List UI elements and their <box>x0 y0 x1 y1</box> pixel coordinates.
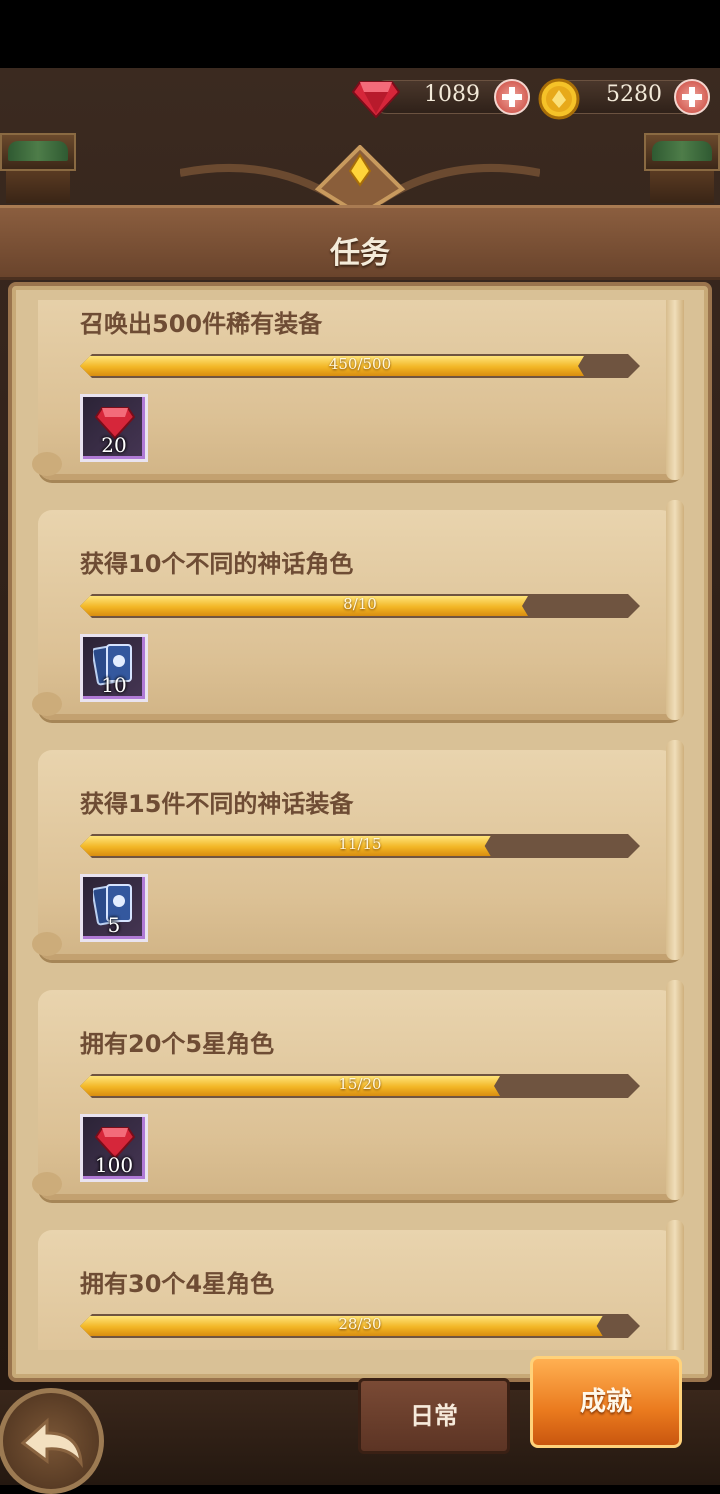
page-title: 任务 <box>330 236 390 271</box>
task-progress-text: 28/30 <box>338 1315 382 1333</box>
task-progress-text: 11/15 <box>338 835 382 853</box>
reward-item[interactable]: 100 <box>80 1114 148 1182</box>
task-title: 召唤出500件稀有装备 <box>80 310 323 338</box>
task-title: 拥有30个4星角色 <box>80 1270 275 1298</box>
task-progress-text: 15/20 <box>338 1075 382 1093</box>
back-arrow-icon <box>20 1417 83 1468</box>
add-gems-button[interactable] <box>494 79 530 115</box>
task-progress-bar: 8/10 <box>80 594 640 618</box>
gem-count: 1089 <box>424 82 480 107</box>
task-progress-bar: 11/15 <box>80 834 640 858</box>
reward-amount: 100 <box>94 1153 134 1177</box>
reward-amount: 20 <box>101 433 127 457</box>
left-pillar-decoration <box>0 133 76 203</box>
coin-icon <box>538 78 580 120</box>
task-card: 获得10个不同的神话角色 8/10 10 <box>32 500 684 720</box>
task-card: 拥有20个5星角色 15/20 100 <box>32 980 684 1200</box>
task-title: 获得15件不同的神话装备 <box>80 790 354 818</box>
status-bar <box>0 0 720 68</box>
task-progress-bar: 15/20 <box>80 1074 640 1098</box>
task-card: 召唤出500件稀有装备 450/500 20 <box>32 300 684 480</box>
task-progress-bar: 28/30 <box>80 1314 640 1338</box>
reward-item[interactable]: 20 <box>80 394 148 462</box>
reward-amount: 5 <box>107 913 121 937</box>
task-list[interactable]: 召唤出500件稀有装备 450/500 20 获得10个不同的神话角色 8/10 <box>20 300 700 1350</box>
task-progress-bar: 450/500 <box>80 354 640 378</box>
task-progress-text: 8/10 <box>343 595 377 613</box>
tab-achievement[interactable]: 成就 <box>530 1356 682 1448</box>
task-title: 拥有20个5星角色 <box>80 1030 275 1058</box>
task-title: 获得10个不同的神话角色 <box>80 550 354 578</box>
reward-item[interactable]: 5 <box>80 874 148 942</box>
reward-item[interactable]: 10 <box>80 634 148 702</box>
tab-daily[interactable]: 日常 <box>358 1378 510 1454</box>
right-pillar-decoration <box>644 133 720 203</box>
back-button[interactable] <box>0 1388 104 1494</box>
task-progress-text: 450/500 <box>328 355 392 373</box>
coin-count: 5280 <box>606 82 662 107</box>
task-card: 拥有30个4星角色 28/30 <box>38 1220 684 1350</box>
task-card: 获得15件不同的神话装备 11/15 5 <box>32 740 684 960</box>
add-coins-button[interactable] <box>674 79 710 115</box>
gem-icon <box>352 81 400 118</box>
reward-amount: 10 <box>101 673 127 697</box>
